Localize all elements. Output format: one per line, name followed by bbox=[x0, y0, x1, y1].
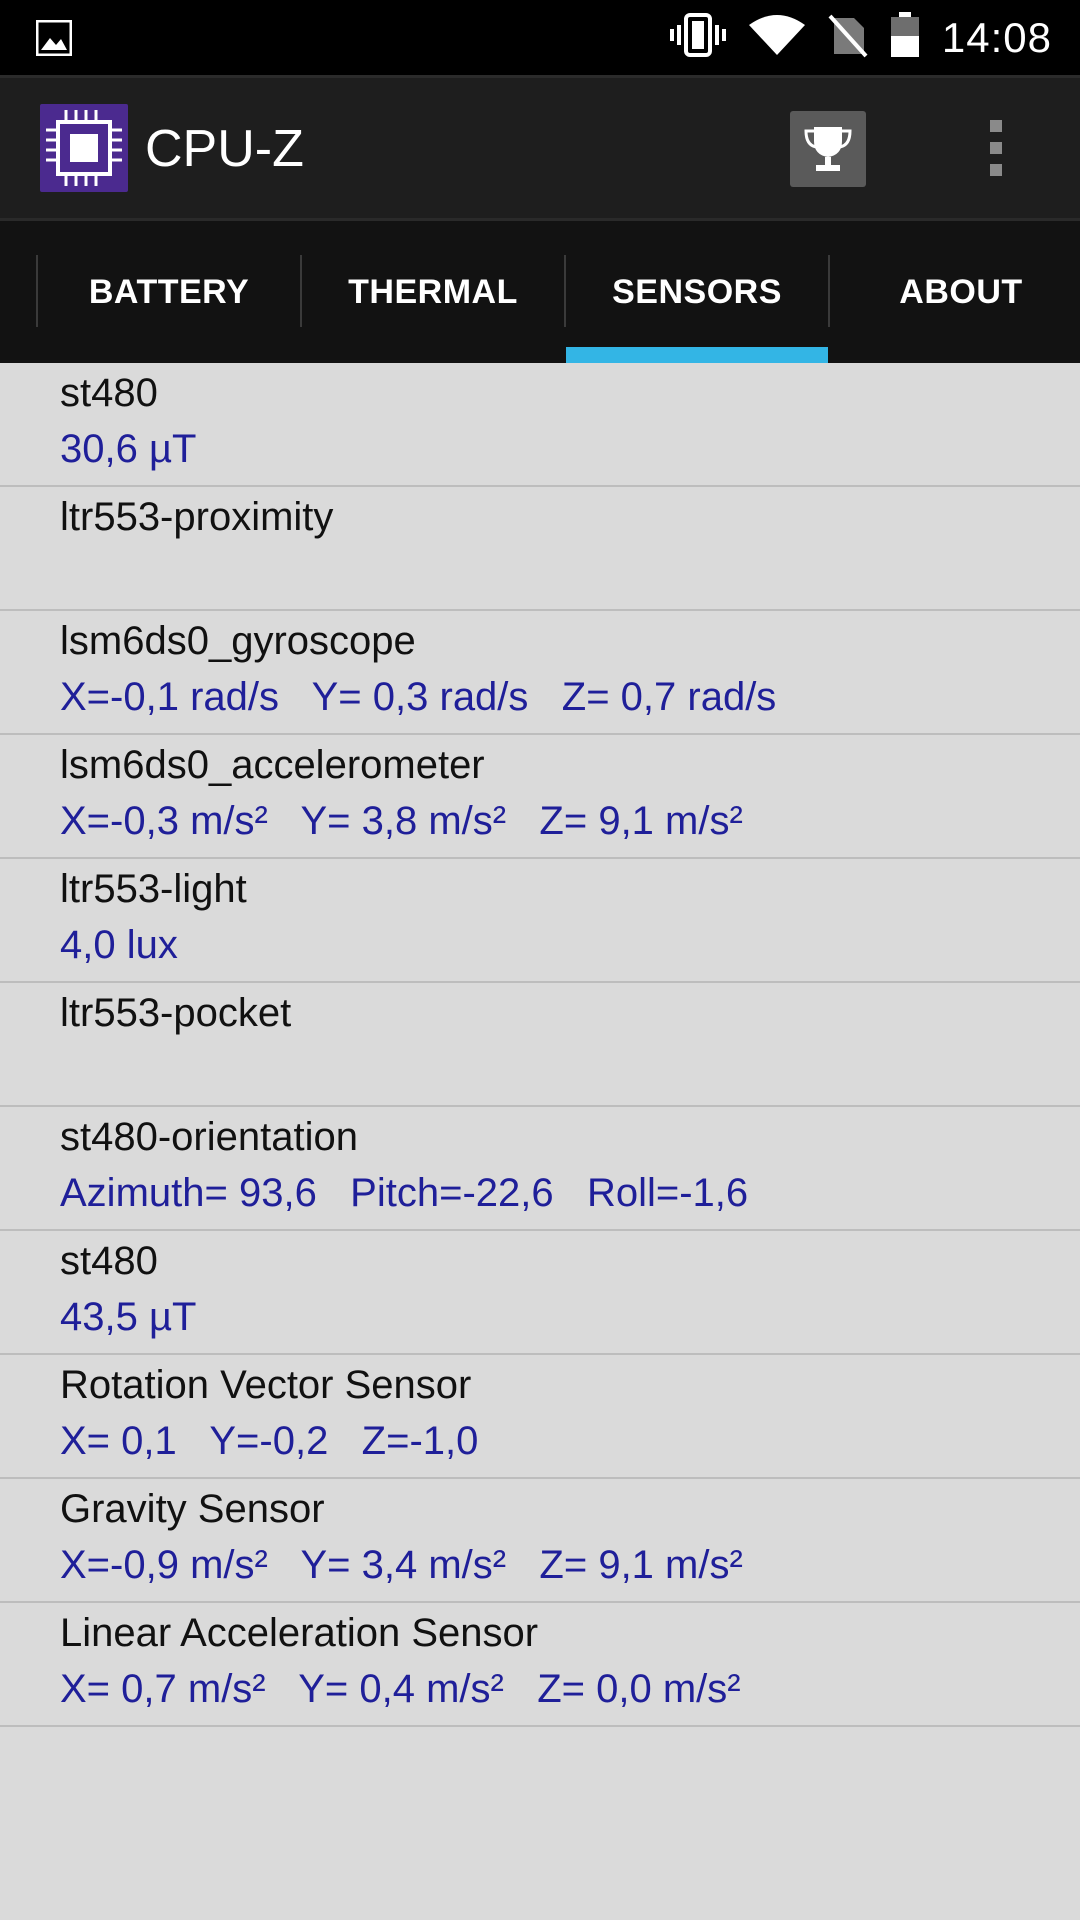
tab-about[interactable]: ABOUT bbox=[830, 221, 1080, 363]
sensor-value: 43,5 µT bbox=[60, 1295, 197, 1339]
sensor-value: X= 0,7 m/s² Y= 0,4 m/s² Z= 0,0 m/s² bbox=[60, 1667, 741, 1711]
gallery-icon bbox=[35, 19, 73, 57]
tab-thermal[interactable]: THERMAL bbox=[302, 221, 564, 363]
sensor-name: ltr553-proximity bbox=[60, 495, 334, 539]
sensor-row: st480 43,5 µT bbox=[0, 1231, 1080, 1355]
sensor-value: 4,0 lux bbox=[60, 923, 178, 967]
battery-icon bbox=[890, 12, 920, 63]
sensor-row: ltr553-light 4,0 lux bbox=[0, 859, 1080, 983]
sensor-value: X=-0,9 m/s² Y= 3,4 m/s² Z= 9,1 m/s² bbox=[60, 1543, 743, 1587]
status-icons: 14:08 bbox=[669, 0, 1052, 75]
overflow-menu-icon bbox=[990, 120, 1002, 132]
sensor-value: X=-0,1 rad/s Y= 0,3 rad/s Z= 0,7 rad/s bbox=[60, 675, 777, 719]
sensor-name: Rotation Vector Sensor bbox=[60, 1363, 472, 1407]
sensor-name: st480 bbox=[60, 1239, 158, 1283]
trophy-button[interactable] bbox=[790, 111, 866, 187]
status-bar: 14:08 bbox=[0, 0, 1080, 75]
app-bar: CPU-Z bbox=[0, 75, 1080, 218]
tab-battery[interactable]: BATTERY bbox=[38, 221, 300, 363]
sensor-name: st480 bbox=[60, 371, 158, 415]
sensor-row: st480 30,6 µT bbox=[0, 363, 1080, 487]
sensor-value: Azimuth= 93,6 Pitch=-22,6 Roll=-1,6 bbox=[60, 1171, 749, 1215]
app-title: CPU-Z bbox=[145, 120, 304, 178]
vibrate-icon bbox=[669, 13, 726, 62]
no-sim-icon bbox=[828, 12, 868, 63]
sensor-name: Linear Acceleration Sensor bbox=[60, 1611, 539, 1655]
sensor-row: ltr553-proximity bbox=[0, 487, 1080, 611]
tab-bar: BATTERY THERMAL SENSORS ABOUT bbox=[0, 218, 1080, 363]
sensor-name: lsm6ds0_accelerometer bbox=[60, 743, 485, 787]
sensor-name: ltr553-pocket bbox=[60, 991, 292, 1035]
tab-sensors[interactable]: SENSORS bbox=[566, 221, 828, 363]
sensor-row: ltr553-pocket bbox=[0, 983, 1080, 1107]
trophy-icon bbox=[804, 127, 852, 171]
sensor-value: 30,6 µT bbox=[60, 427, 197, 471]
sensor-row: Linear Acceleration Sensor X= 0,7 m/s² Y… bbox=[0, 1603, 1080, 1727]
sensor-name: lsm6ds0_gyroscope bbox=[60, 619, 416, 663]
overflow-menu-button[interactable] bbox=[976, 108, 1016, 188]
cpu-z-logo bbox=[40, 104, 128, 192]
sensor-row: lsm6ds0_accelerometer X=-0,3 m/s² Y= 3,8… bbox=[0, 735, 1080, 859]
sensor-value: X=-0,3 m/s² Y= 3,8 m/s² Z= 9,1 m/s² bbox=[60, 799, 743, 843]
sensor-row: Gravity Sensor X=-0,9 m/s² Y= 3,4 m/s² Z… bbox=[0, 1479, 1080, 1603]
sensor-name: Gravity Sensor bbox=[60, 1487, 325, 1531]
sensor-row: lsm6ds0_gyroscope X=-0,1 rad/s Y= 0,3 ra… bbox=[0, 611, 1080, 735]
sensor-row: st480-orientation Azimuth= 93,6 Pitch=-2… bbox=[0, 1107, 1080, 1231]
sensor-name: ltr553-light bbox=[60, 867, 247, 911]
sensor-name: st480-orientation bbox=[60, 1115, 358, 1159]
sensor-value: X= 0,1 Y=-0,2 Z=-1,0 bbox=[60, 1419, 479, 1463]
sensor-row: Rotation Vector Sensor X= 0,1 Y=-0,2 Z=-… bbox=[0, 1355, 1080, 1479]
selected-tab-indicator bbox=[566, 347, 828, 363]
status-time: 14:08 bbox=[941, 13, 1052, 61]
wifi-icon bbox=[748, 13, 806, 62]
sensor-list[interactable]: st480 30,6 µT ltr553-proximity lsm6ds0_g… bbox=[0, 363, 1080, 1727]
